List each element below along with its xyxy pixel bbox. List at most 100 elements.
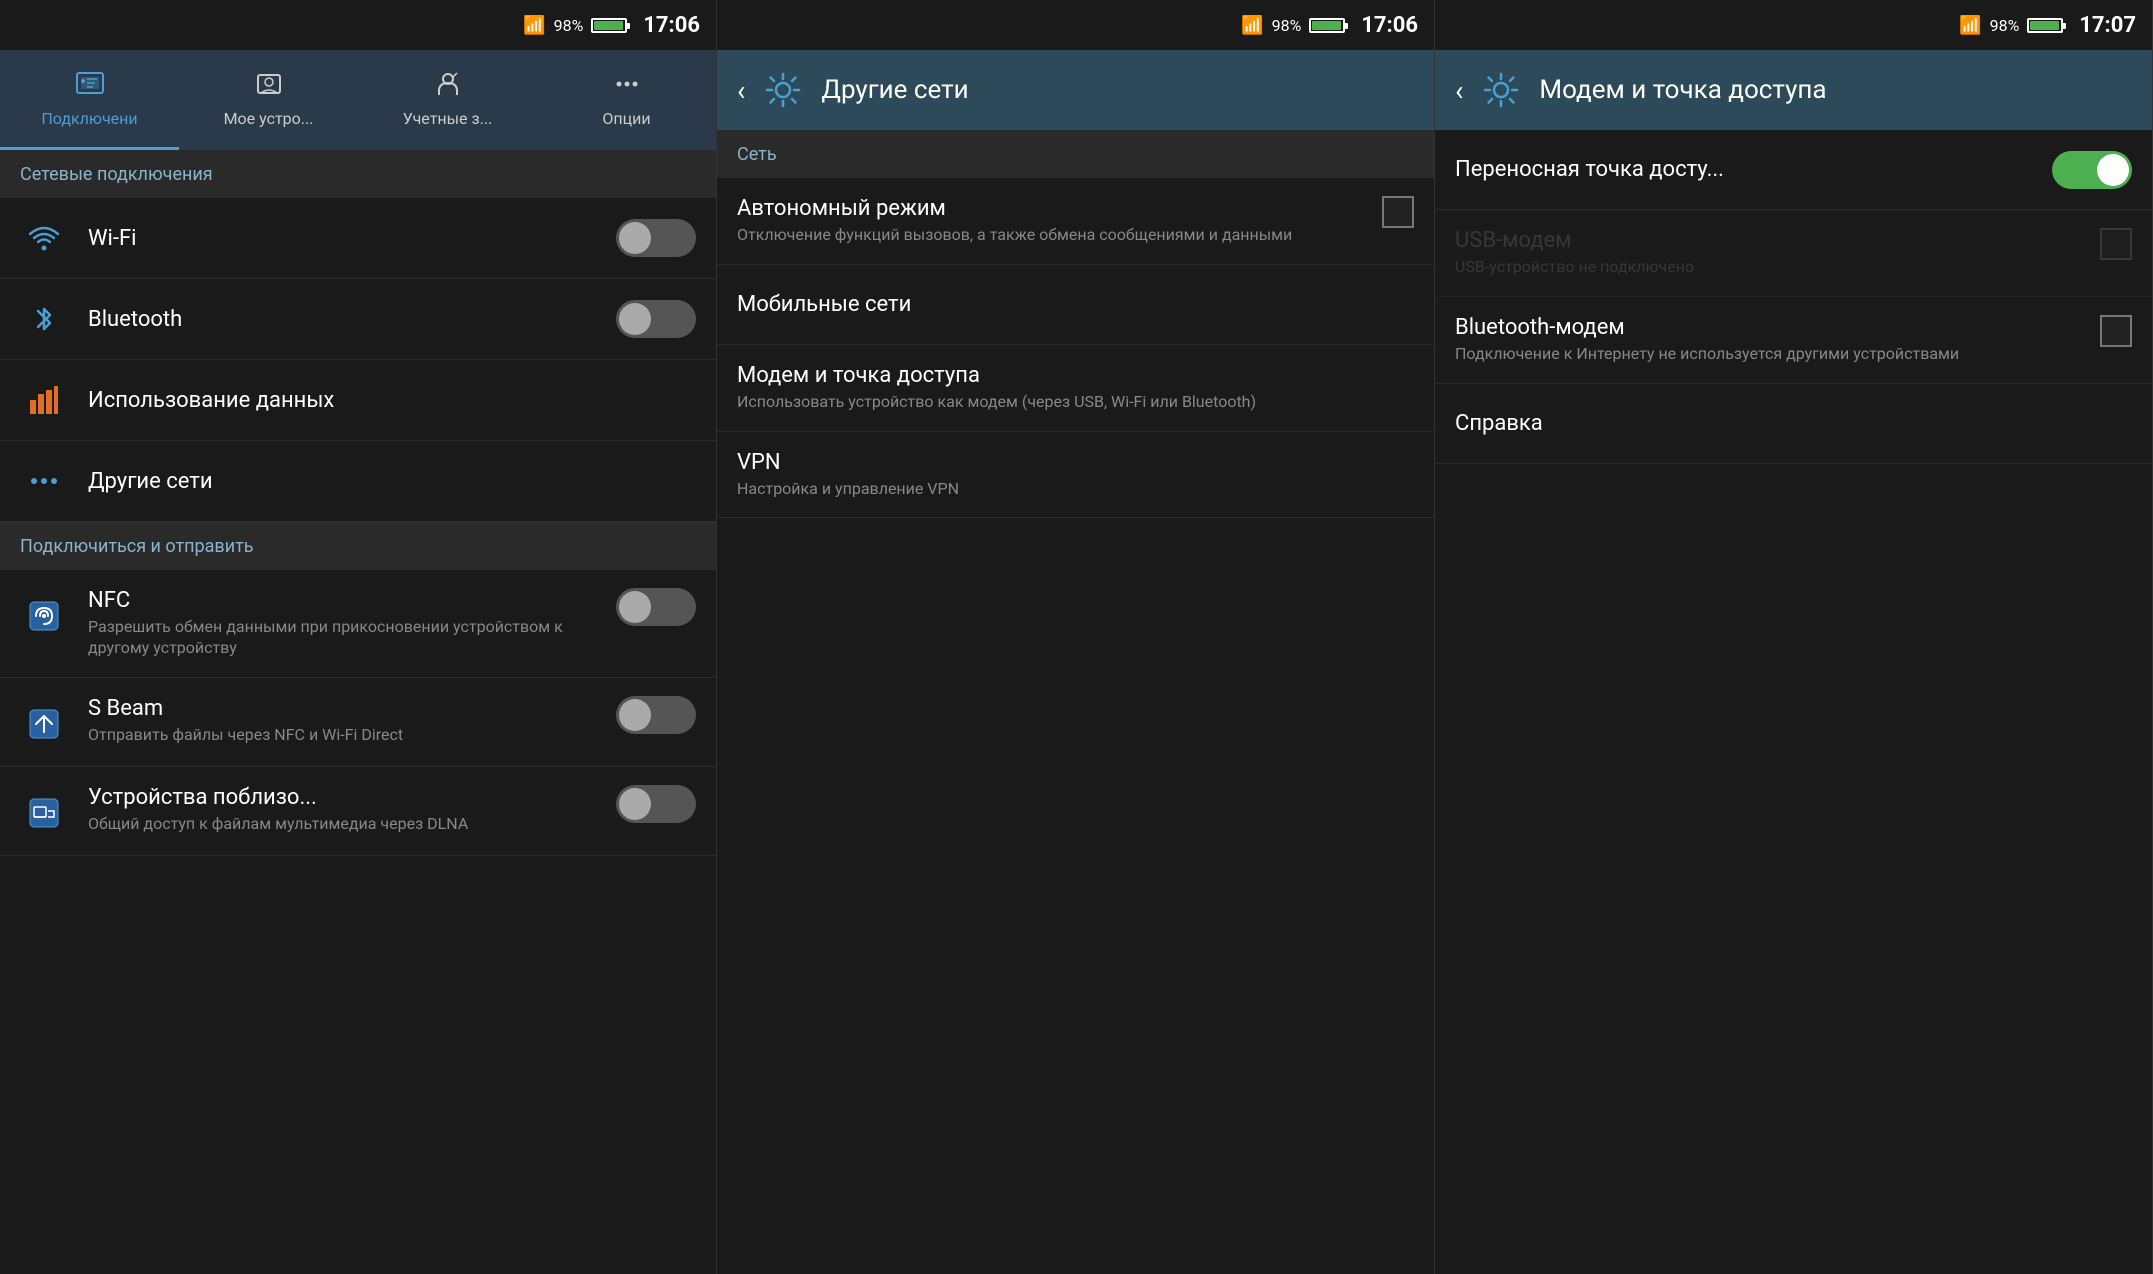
status-bar-1: 📶 98% 17:06: [0, 0, 716, 50]
panel3-title: Модем и точка доступа: [1539, 75, 1826, 105]
airplane-content: Автономный режим Отключение функций вызо…: [737, 196, 1382, 246]
btmodem-checkbox[interactable]: [2100, 315, 2132, 347]
mobile-title: Мобильные сети: [737, 292, 1414, 317]
airplane-title: Автономный режим: [737, 196, 1382, 221]
section-connect-label: Подключиться и отправить: [20, 536, 254, 557]
section-network-header-2: Сеть: [717, 130, 1434, 178]
time-1: 17:06: [643, 13, 700, 38]
battery-percent-3: 98%: [1990, 16, 2020, 35]
wifi-title: Wi-Fi: [88, 226, 604, 251]
help-content: Справка: [1455, 411, 2132, 436]
airplane-checkbox[interactable]: [1382, 196, 1414, 228]
connections-tab-icon: [75, 69, 105, 106]
nfc-subtitle: Разрешить обмен данными при прикосновени…: [88, 617, 604, 659]
tab-accounts-label: Учетные з...: [403, 110, 493, 128]
back-button-2[interactable]: ‹: [737, 74, 745, 107]
status-bar-3: 📶 98% 17:07: [1435, 0, 2152, 50]
nearby-title: Устройства поблизо...: [88, 785, 604, 810]
tab-connections[interactable]: Подключени: [0, 50, 179, 150]
time-3: 17:07: [2079, 13, 2136, 38]
help-title: Справка: [1455, 411, 2132, 436]
datausage-title: Использование данных: [88, 388, 696, 413]
wifi-content: Wi-Fi: [88, 226, 604, 251]
wifi-item[interactable]: Wi-Fi: [0, 198, 716, 279]
nfc-content: NFC Разрешить обмен данными при прикосно…: [88, 588, 604, 659]
tab-accounts[interactable]: Учетные з...: [358, 50, 537, 150]
other-networks-content: Другие сети: [88, 469, 696, 494]
nfc-item[interactable]: NFC Разрешить обмен данными при прикосно…: [0, 570, 716, 678]
mobile-content: Мобильные сети: [737, 292, 1414, 317]
tab-options[interactable]: Опции: [537, 50, 716, 150]
tethering-item[interactable]: Модем и точка доступа Использовать устро…: [717, 345, 1434, 432]
hotspot-content: Переносная точка досту...: [1455, 157, 2040, 182]
options-tab-icon: [612, 69, 642, 106]
tethering-subtitle: Использовать устройство как модем (через…: [737, 392, 1414, 413]
back-header-3: ‹ Модем и точка доступа: [1435, 50, 2152, 130]
bluetooth-content: Bluetooth: [88, 307, 604, 332]
signal-icon: 📶: [523, 15, 545, 36]
tethering-title: Модем и точка доступа: [737, 363, 1414, 388]
gear-icon-2: [761, 68, 805, 112]
usbmodem-title: USB-модем: [1455, 228, 2100, 253]
mydevice-tab-icon: [254, 69, 284, 106]
hotspot-title: Переносная точка досту...: [1455, 157, 2040, 182]
airplane-item[interactable]: Автономный режим Отключение функций вызо…: [717, 178, 1434, 265]
nearby-item[interactable]: Устройства поблизо... Общий доступ к фай…: [0, 767, 716, 856]
gear-icon-3: [1479, 68, 1523, 112]
sbeam-item[interactable]: S Beam Отправить файлы через NFC и Wi-Fi…: [0, 678, 716, 767]
nfc-title: NFC: [88, 588, 604, 613]
btmodem-subtitle: Подключение к Интернету не используется …: [1455, 344, 2100, 365]
panel-tethering: 📶 98% 17:07 ‹ Модем и точка доступа Пере…: [1435, 0, 2153, 1274]
nfc-toggle[interactable]: [616, 588, 696, 626]
top-tabs: Подключени Мое устро... Учетные з...: [0, 50, 716, 150]
nearby-toggle[interactable]: [616, 785, 696, 823]
tab-mydevice[interactable]: Мое устро...: [179, 50, 358, 150]
vpn-title: VPN: [737, 450, 1414, 475]
section-connect-header: Подключиться и отправить: [0, 522, 716, 570]
section-network-header: Сетевые подключения: [0, 150, 716, 198]
time-2: 17:06: [1361, 13, 1418, 38]
battery-percent-2: 98%: [1272, 16, 1302, 35]
sbeam-toggle[interactable]: [616, 696, 696, 734]
other-networks-icon: [20, 457, 68, 505]
other-networks-item[interactable]: Другие сети: [0, 441, 716, 522]
bluetooth-toggle[interactable]: [616, 300, 696, 338]
btmodem-title: Bluetooth-модем: [1455, 315, 2100, 340]
usbmodem-checkbox[interactable]: [2100, 228, 2132, 260]
help-item[interactable]: Справка: [1435, 384, 2152, 464]
battery-icon-1: [591, 18, 627, 33]
datausage-icon: [20, 376, 68, 424]
back-button-3[interactable]: ‹: [1455, 74, 1463, 107]
section-network-label: Сетевые подключения: [20, 164, 213, 185]
tab-options-label: Опции: [602, 110, 650, 128]
wifi-toggle[interactable]: [616, 219, 696, 257]
signal-icon-2: 📶: [1241, 15, 1263, 36]
vpn-content: VPN Настройка и управление VPN: [737, 450, 1414, 500]
battery-icon-2: [1309, 18, 1345, 33]
usbmodem-item[interactable]: USB-модем USB-устройство не подключено: [1435, 210, 2152, 297]
sbeam-subtitle: Отправить файлы через NFC и Wi-Fi Direct: [88, 725, 604, 746]
bluetooth-title: Bluetooth: [88, 307, 604, 332]
nfc-icon: [20, 592, 68, 640]
tethering-content: Модем и точка доступа Использовать устро…: [737, 363, 1414, 413]
datausage-item[interactable]: Использование данных: [0, 360, 716, 441]
nearby-content: Устройства поблизо... Общий доступ к фай…: [88, 785, 604, 835]
mobile-item[interactable]: Мобильные сети: [717, 265, 1434, 345]
btmodem-item[interactable]: Bluetooth-модем Подключение к Интернету …: [1435, 297, 2152, 384]
tab-mydevice-label: Мое устро...: [224, 110, 314, 128]
vpn-subtitle: Настройка и управление VPN: [737, 479, 1414, 500]
hotspot-toggle[interactable]: [2052, 151, 2132, 189]
btmodem-content: Bluetooth-модем Подключение к Интернету …: [1455, 315, 2100, 365]
wifi-icon: [20, 214, 68, 262]
nearby-subtitle: Общий доступ к файлам мультимедиа через …: [88, 814, 604, 835]
bluetooth-item[interactable]: Bluetooth: [0, 279, 716, 360]
panel-other-networks: 📶 98% 17:06 ‹ Другие сети Сеть Автономны…: [717, 0, 1435, 1274]
sbeam-title: S Beam: [88, 696, 604, 721]
sbeam-content: S Beam Отправить файлы через NFC и Wi-Fi…: [88, 696, 604, 746]
battery-percent-1: 98%: [554, 16, 584, 35]
hotspot-item[interactable]: Переносная точка досту...: [1435, 130, 2152, 210]
status-bar-2: 📶 98% 17:06: [717, 0, 1434, 50]
vpn-item[interactable]: VPN Настройка и управление VPN: [717, 432, 1434, 519]
tab-connections-label: Подключени: [41, 110, 137, 128]
airplane-subtitle: Отключение функций вызовов, а также обме…: [737, 225, 1382, 246]
